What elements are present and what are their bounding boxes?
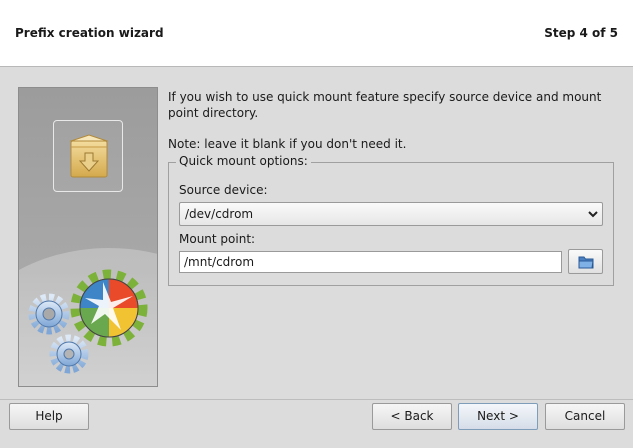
browse-folder-button[interactable] <box>568 249 603 274</box>
wizard-title: Prefix creation wizard <box>15 26 164 40</box>
quick-mount-legend: Quick mount options: <box>176 154 311 168</box>
folder-icon <box>578 256 594 269</box>
note-text: Note: leave it blank if you don't need i… <box>168 137 407 151</box>
step-indicator: Step 4 of 5 <box>544 26 618 40</box>
help-button[interactable]: Help <box>9 403 89 430</box>
gears-logo-icon <box>28 269 148 374</box>
package-icon-frame <box>53 120 123 192</box>
back-button[interactable]: < Back <box>372 403 452 430</box>
wizard-header: Prefix creation wizard Step 4 of 5 <box>0 0 633 67</box>
chevron-down-icon[interactable] <box>588 208 598 220</box>
source-device-label: Source device: <box>179 183 268 197</box>
quick-mount-group: Quick mount options: Source device: /dev… <box>168 154 614 286</box>
source-device-select[interactable]: /dev/cdrom <box>179 202 603 226</box>
next-button[interactable]: Next > <box>458 403 538 430</box>
side-banner <box>18 87 158 387</box>
source-device-value: /dev/cdrom <box>185 207 254 221</box>
intro-text: If you wish to use quick mount feature s… <box>168 90 602 120</box>
package-icon <box>69 134 109 178</box>
mount-point-field[interactable] <box>179 251 562 273</box>
mount-point-label: Mount point: <box>179 232 256 246</box>
cancel-button[interactable]: Cancel <box>545 403 625 430</box>
mount-point-input[interactable] <box>184 255 554 269</box>
button-separator <box>0 399 633 400</box>
